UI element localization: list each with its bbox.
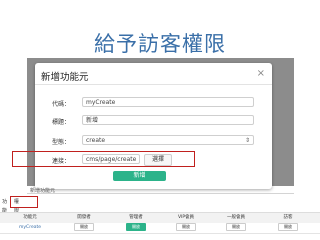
column-header: 開發者 [77,215,91,220]
modal-divider [35,84,272,85]
heading-input[interactable]: 新增 [82,115,254,125]
permission-toggle[interactable]: 開放 [278,223,298,231]
column-header: 訪客 [283,215,293,220]
chevron-updown-icon: ⇕ [244,137,250,144]
column-header: VIP會員 [177,215,195,220]
permission-cell: 開放 [64,223,104,233]
permission-cell: 開放 [116,223,156,233]
permissions-tab-highlight [10,196,38,208]
tab-functions[interactable]: 功能元 [0,198,9,223]
type-label: 型態： [52,139,71,146]
permission-toggle[interactable]: 開放 [176,223,196,231]
submit-button[interactable]: 新增 [113,171,166,181]
code-label: 代碼： [52,101,71,108]
code-input[interactable]: myCreate [82,97,254,107]
permission-cell: 開放 [166,223,206,233]
permission-cell: 開放 [216,223,256,233]
permission-cell: 開放 [268,223,308,233]
heading-label: 標題： [52,119,71,126]
table-row: myCreate 開放 開放 開放 開放 開放 [0,223,320,234]
slide-title: 給予訪客權限 [94,32,226,56]
column-header: 管理者 [129,215,143,220]
modal-title: 新增功能元 [41,72,89,83]
close-icon[interactable]: × [257,68,265,79]
type-select[interactable]: create ⇕ [82,135,254,145]
type-select-value: create [86,137,106,144]
column-header: 一般會員 [227,215,245,220]
permission-toggle[interactable]: 開放 [226,223,246,231]
permission-toggle[interactable]: 開放 [126,223,146,231]
permission-toggle[interactable]: 開放 [74,223,94,231]
function-name: myCreate [19,225,41,230]
link-row-highlight [12,151,195,167]
column-header: 功能元 [23,215,37,220]
divider [27,193,294,194]
